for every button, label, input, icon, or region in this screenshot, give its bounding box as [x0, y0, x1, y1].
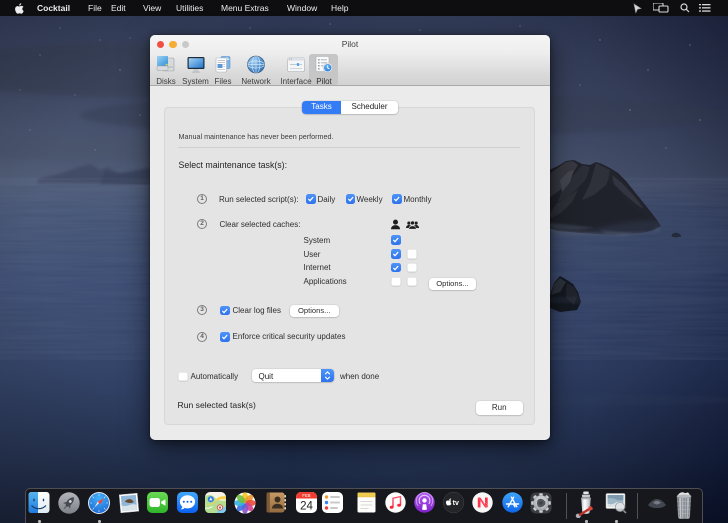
- svg-text:tv: tv: [453, 500, 459, 507]
- svg-text:24: 24: [300, 501, 313, 513]
- svg-text:FEB: FEB: [302, 493, 310, 498]
